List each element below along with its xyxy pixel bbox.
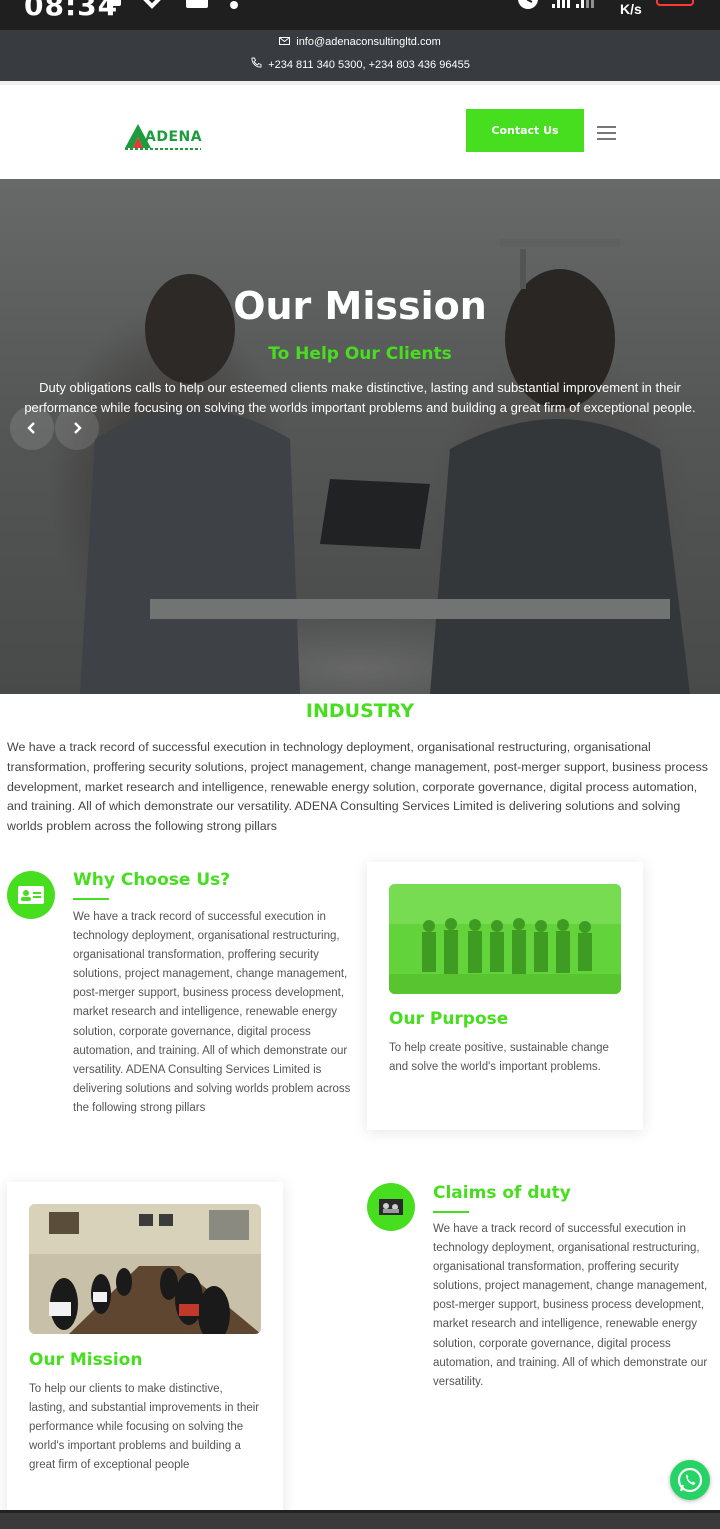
chevron-left-icon: [27, 422, 35, 434]
company-logo[interactable]: ADENA: [123, 121, 203, 155]
why-choose-us-underline: [73, 898, 109, 900]
industry-heading: INDUSTRY: [305, 700, 415, 722]
network-speed: K/s: [620, 0, 642, 17]
claims-of-duty-text: We have a track record of successful exe…: [433, 1223, 708, 1388]
why-choose-us-text: We have a track record of successful exe…: [73, 911, 351, 1114]
our-purpose-card: Our Purpose To help create positive, sus…: [367, 862, 643, 1130]
hero-slider: Our Mission To Help Our Clients Duty obl…: [0, 179, 720, 694]
our-purpose-image: [389, 884, 621, 994]
hero-subtitle: To Help Our Clients: [268, 344, 452, 364]
our-mission-card: Our Mission To help our clients to make …: [7, 1182, 283, 1522]
claims-of-duty-title: Claims of duty: [433, 1183, 571, 1203]
our-mission-text: To help our clients to make distinctive,…: [29, 1383, 260, 1472]
message-icon: [186, 0, 208, 17]
phone-line[interactable]: +234 811 340 5300, +234 803 436 96455: [0, 57, 720, 72]
battery-icon: [656, 0, 694, 6]
signal-icon: [552, 0, 594, 8]
slider-prev-button[interactable]: [10, 406, 54, 450]
chevron-right-icon: [74, 422, 82, 434]
handshake-image-icon: [367, 1183, 415, 1231]
slider-next-button[interactable]: [55, 406, 99, 450]
logo-tagline: [125, 148, 201, 150]
logo-text: ADENA: [145, 129, 203, 145]
hero-content: Our Mission To Help Our Clients Duty obl…: [0, 179, 720, 694]
status-bar: 08:34 K/s: [0, 0, 720, 30]
why-choose-us-title: Why Choose Us?: [73, 870, 231, 890]
claims-of-duty-underline: [433, 1211, 469, 1213]
contact-bar: info@adenaconsultingltd.com +234 811 340…: [0, 30, 720, 81]
missed-call-icon: [140, 0, 168, 17]
our-mission-title: Our Mission: [29, 1350, 143, 1370]
envelope-icon: [279, 36, 291, 48]
site-header: ADENA Contact Us: [0, 81, 720, 179]
hero-text: Duty obligations calls to help our estee…: [24, 380, 696, 415]
industry-text: We have a track record of successful exe…: [7, 740, 708, 834]
bottom-navigation-bar: [0, 1510, 720, 1529]
alarm-icon: [517, 0, 539, 15]
our-mission-image: [29, 1204, 261, 1334]
network-unit: K/s: [620, 1, 642, 17]
phone-icon: [250, 57, 262, 72]
dot-icon: [230, 0, 238, 14]
our-purpose-title: Our Purpose: [389, 1009, 509, 1029]
hamburger-menu-icon[interactable]: [597, 126, 616, 140]
whatsapp-button[interactable]: [670, 1460, 710, 1500]
contact-email[interactable]: info@adenaconsultingltd.com: [296, 36, 440, 48]
id-card-icon: [7, 871, 55, 919]
our-purpose-text: To help create positive, sustainable cha…: [389, 1042, 609, 1074]
contact-us-button[interactable]: Contact Us: [466, 109, 584, 152]
notification-icon: [105, 0, 125, 17]
email-line[interactable]: info@adenaconsultingltd.com: [0, 36, 720, 48]
contact-phones[interactable]: +234 811 340 5300, +234 803 436 96455: [268, 59, 470, 71]
hero-title: Our Mission: [233, 284, 487, 328]
whatsapp-icon: [677, 1467, 703, 1493]
